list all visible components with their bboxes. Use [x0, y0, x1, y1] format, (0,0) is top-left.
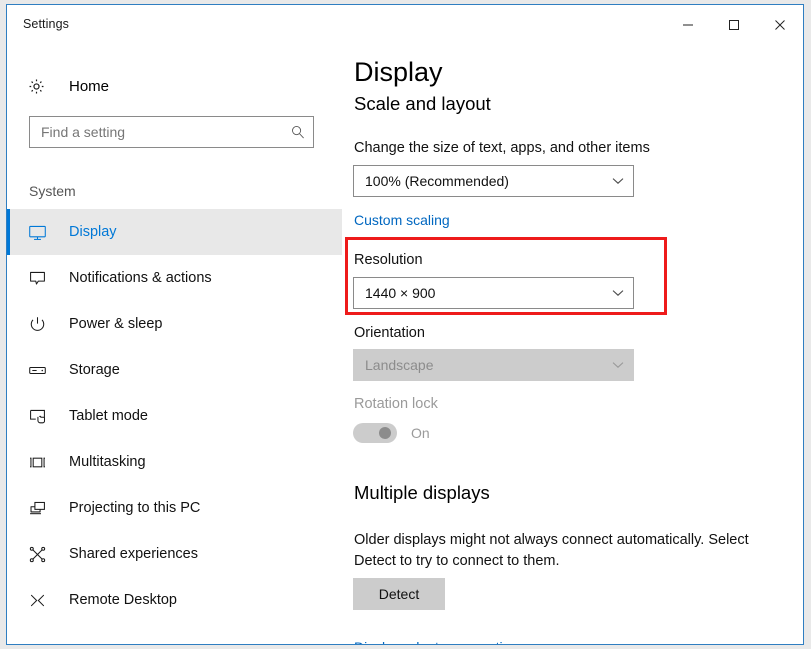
sidebar-item-label: Tablet mode [69, 408, 148, 424]
tablet-touch-icon [23, 407, 51, 426]
sidebar-item-storage[interactable]: Storage [7, 347, 342, 393]
sidebar-item-label: Display [69, 224, 117, 240]
page-title: Display [354, 57, 467, 89]
sidebar-item-power-sleep[interactable]: Power & sleep [7, 301, 342, 347]
sidebar-item-home[interactable]: Home [17, 69, 317, 103]
rotation-lock-label: Rotation lock [354, 396, 438, 412]
sidebar-item-remote-desktop[interactable]: Remote Desktop [7, 577, 342, 623]
window-body: Home System [7, 45, 803, 644]
sidebar-item-label: Power & sleep [69, 316, 163, 332]
share-nodes-icon [23, 545, 51, 564]
multitask-icon [23, 453, 51, 472]
chevron-down-icon [603, 361, 633, 369]
window-title: Settings [23, 17, 69, 31]
orientation-label: Orientation [354, 325, 425, 341]
search-icon [283, 124, 313, 140]
custom-scaling-link[interactable]: Custom scaling [354, 212, 450, 228]
sidebar-item-tablet-mode[interactable]: Tablet mode [7, 393, 342, 439]
monitor-icon [23, 223, 51, 242]
sidebar-item-label: Shared experiences [69, 546, 198, 562]
multiple-displays-description: Older displays might not always connect … [354, 532, 749, 569]
detect-button[interactable]: Detect [353, 578, 445, 610]
scale-dropdown-value: 100% (Recommended) [365, 173, 509, 189]
gear-icon [21, 77, 51, 96]
sidebar-nav-list: Display Notifications & actions Power & … [7, 209, 342, 623]
resolution-dropdown[interactable]: 1440 × 900 [353, 277, 634, 309]
remote-desktop-icon [23, 591, 51, 610]
sidebar-item-label: Notifications & actions [69, 270, 212, 286]
scale-and-layout-heading: Scale and layout [354, 93, 491, 114]
minimize-button[interactable] [665, 5, 711, 45]
resolution-dropdown-value: 1440 × 900 [365, 285, 436, 301]
search-box[interactable] [29, 116, 314, 148]
sidebar: Home System [7, 45, 342, 644]
orientation-dropdown-value: Landscape [365, 357, 434, 373]
scale-dropdown[interactable]: 100% (Recommended) [353, 165, 634, 197]
resolution-label: Resolution [354, 252, 423, 268]
sidebar-item-projecting-to-this-pc[interactable]: Projecting to this PC [7, 485, 342, 531]
settings-scroll-region[interactable]: Scale and layout Display Change the size… [342, 45, 803, 644]
orientation-dropdown: Landscape [353, 349, 634, 381]
sidebar-item-label: Remote Desktop [69, 592, 177, 608]
rotation-lock-row: On [353, 423, 430, 443]
power-icon [23, 315, 51, 334]
sidebar-home-label: Home [69, 77, 110, 95]
maximize-button[interactable] [711, 5, 757, 45]
toggle-knob [379, 427, 391, 439]
search-input[interactable] [30, 117, 283, 147]
drive-icon [23, 361, 51, 380]
title-bar: Settings [7, 5, 803, 45]
settings-window: Settings Home Find a setting System Disp… [6, 4, 804, 645]
sidebar-item-label: Storage [69, 362, 120, 378]
rotation-lock-state: On [411, 425, 430, 441]
display-adapter-properties-link[interactable]: Display adapter properties [354, 639, 517, 644]
window-controls [665, 5, 803, 45]
close-button[interactable] [757, 5, 803, 45]
scale-label: Change the size of text, apps, and other… [354, 140, 650, 156]
chevron-down-icon [603, 177, 633, 185]
sidebar-item-multitasking[interactable]: Multitasking [7, 439, 342, 485]
projecting-icon [23, 499, 51, 518]
sidebar-item-notifications-actions[interactable]: Notifications & actions [7, 255, 342, 301]
sidebar-item-label: Projecting to this PC [69, 500, 201, 516]
sidebar-item-shared-experiences[interactable]: Shared experiences [7, 531, 342, 577]
sidebar-item-label: Multitasking [69, 454, 146, 470]
sidebar-group-header: System [29, 183, 76, 199]
main-pane: Scale and layout Display Change the size… [342, 45, 803, 644]
sidebar-item-display[interactable]: Display [7, 209, 342, 255]
rotation-lock-toggle [353, 423, 397, 443]
speech-bubble-icon [23, 269, 51, 288]
multiple-displays-heading: Multiple displays [354, 482, 490, 503]
chevron-down-icon [603, 289, 633, 297]
